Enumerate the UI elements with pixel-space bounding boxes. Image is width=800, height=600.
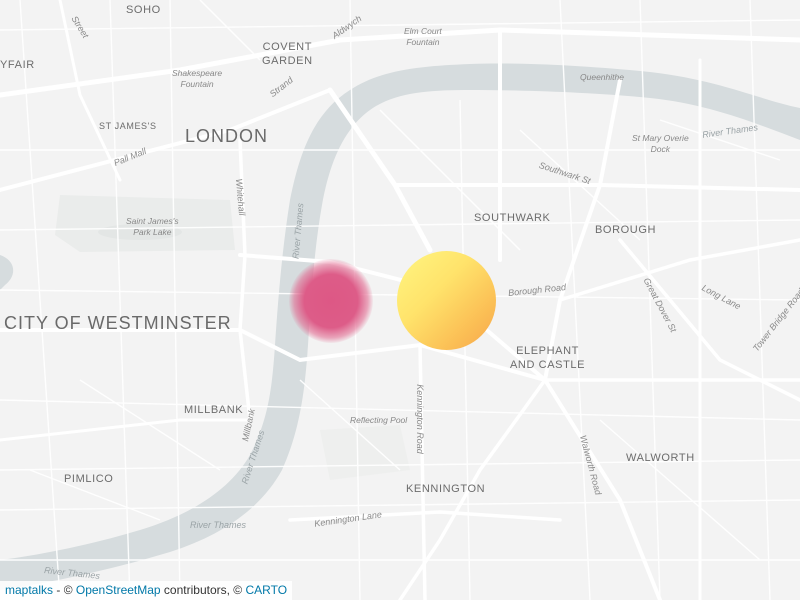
attribution-separator: - © [53,583,76,597]
park-patch-sw [320,425,410,480]
openstreetmap-link[interactable]: OpenStreetMap [76,583,161,597]
map-canvas[interactable]: SOHO YFAIR COVENT GARDEN ST JAMES'S LOND… [0,0,800,600]
carto-link[interactable]: CARTO [245,583,287,597]
maptalks-link[interactable]: maptalks [5,583,53,597]
attribution-contributors: contributors, © [160,583,246,597]
map-attribution: maptalks - © OpenStreetMap contributors,… [0,581,293,600]
yellow-gradient-marker[interactable] [397,251,496,350]
st-james-park [55,195,235,252]
pink-heat-marker[interactable] [289,259,373,343]
river-thames [0,63,800,591]
